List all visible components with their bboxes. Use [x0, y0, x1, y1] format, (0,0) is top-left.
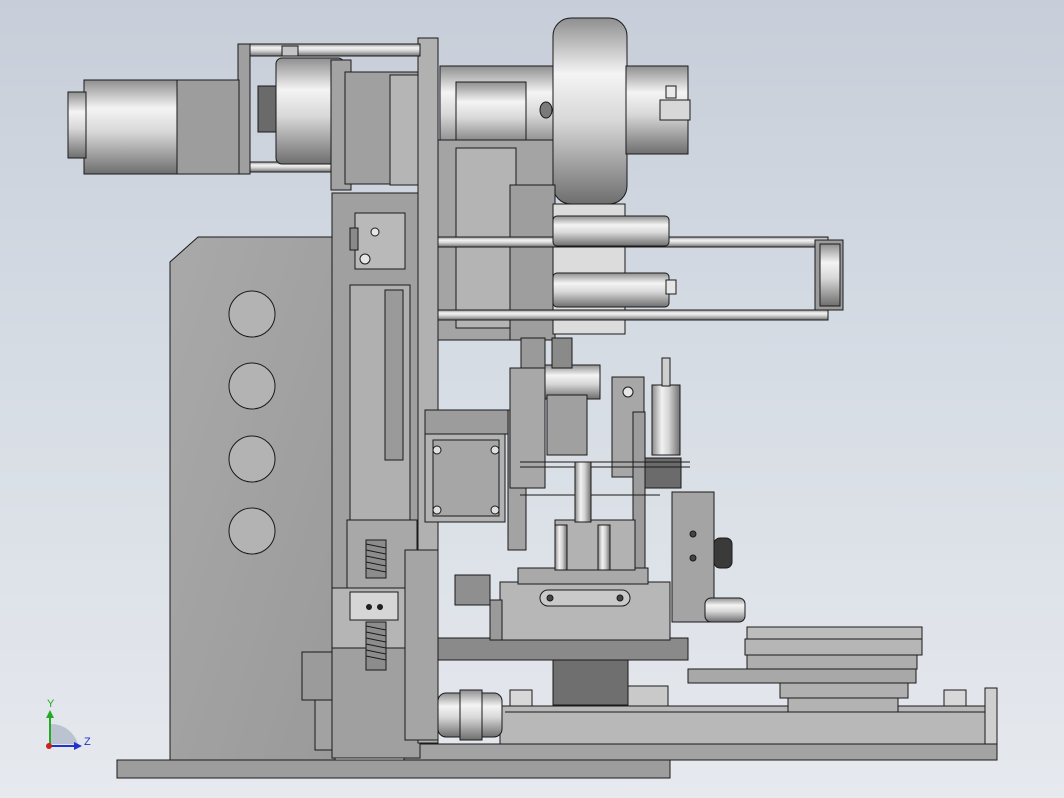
z-axis-label: Z [84, 736, 91, 748]
cad-viewport[interactable]: Y Z [0, 0, 1064, 798]
y-axis-label: Y [47, 698, 55, 710]
orientation-triad [46, 710, 82, 750]
